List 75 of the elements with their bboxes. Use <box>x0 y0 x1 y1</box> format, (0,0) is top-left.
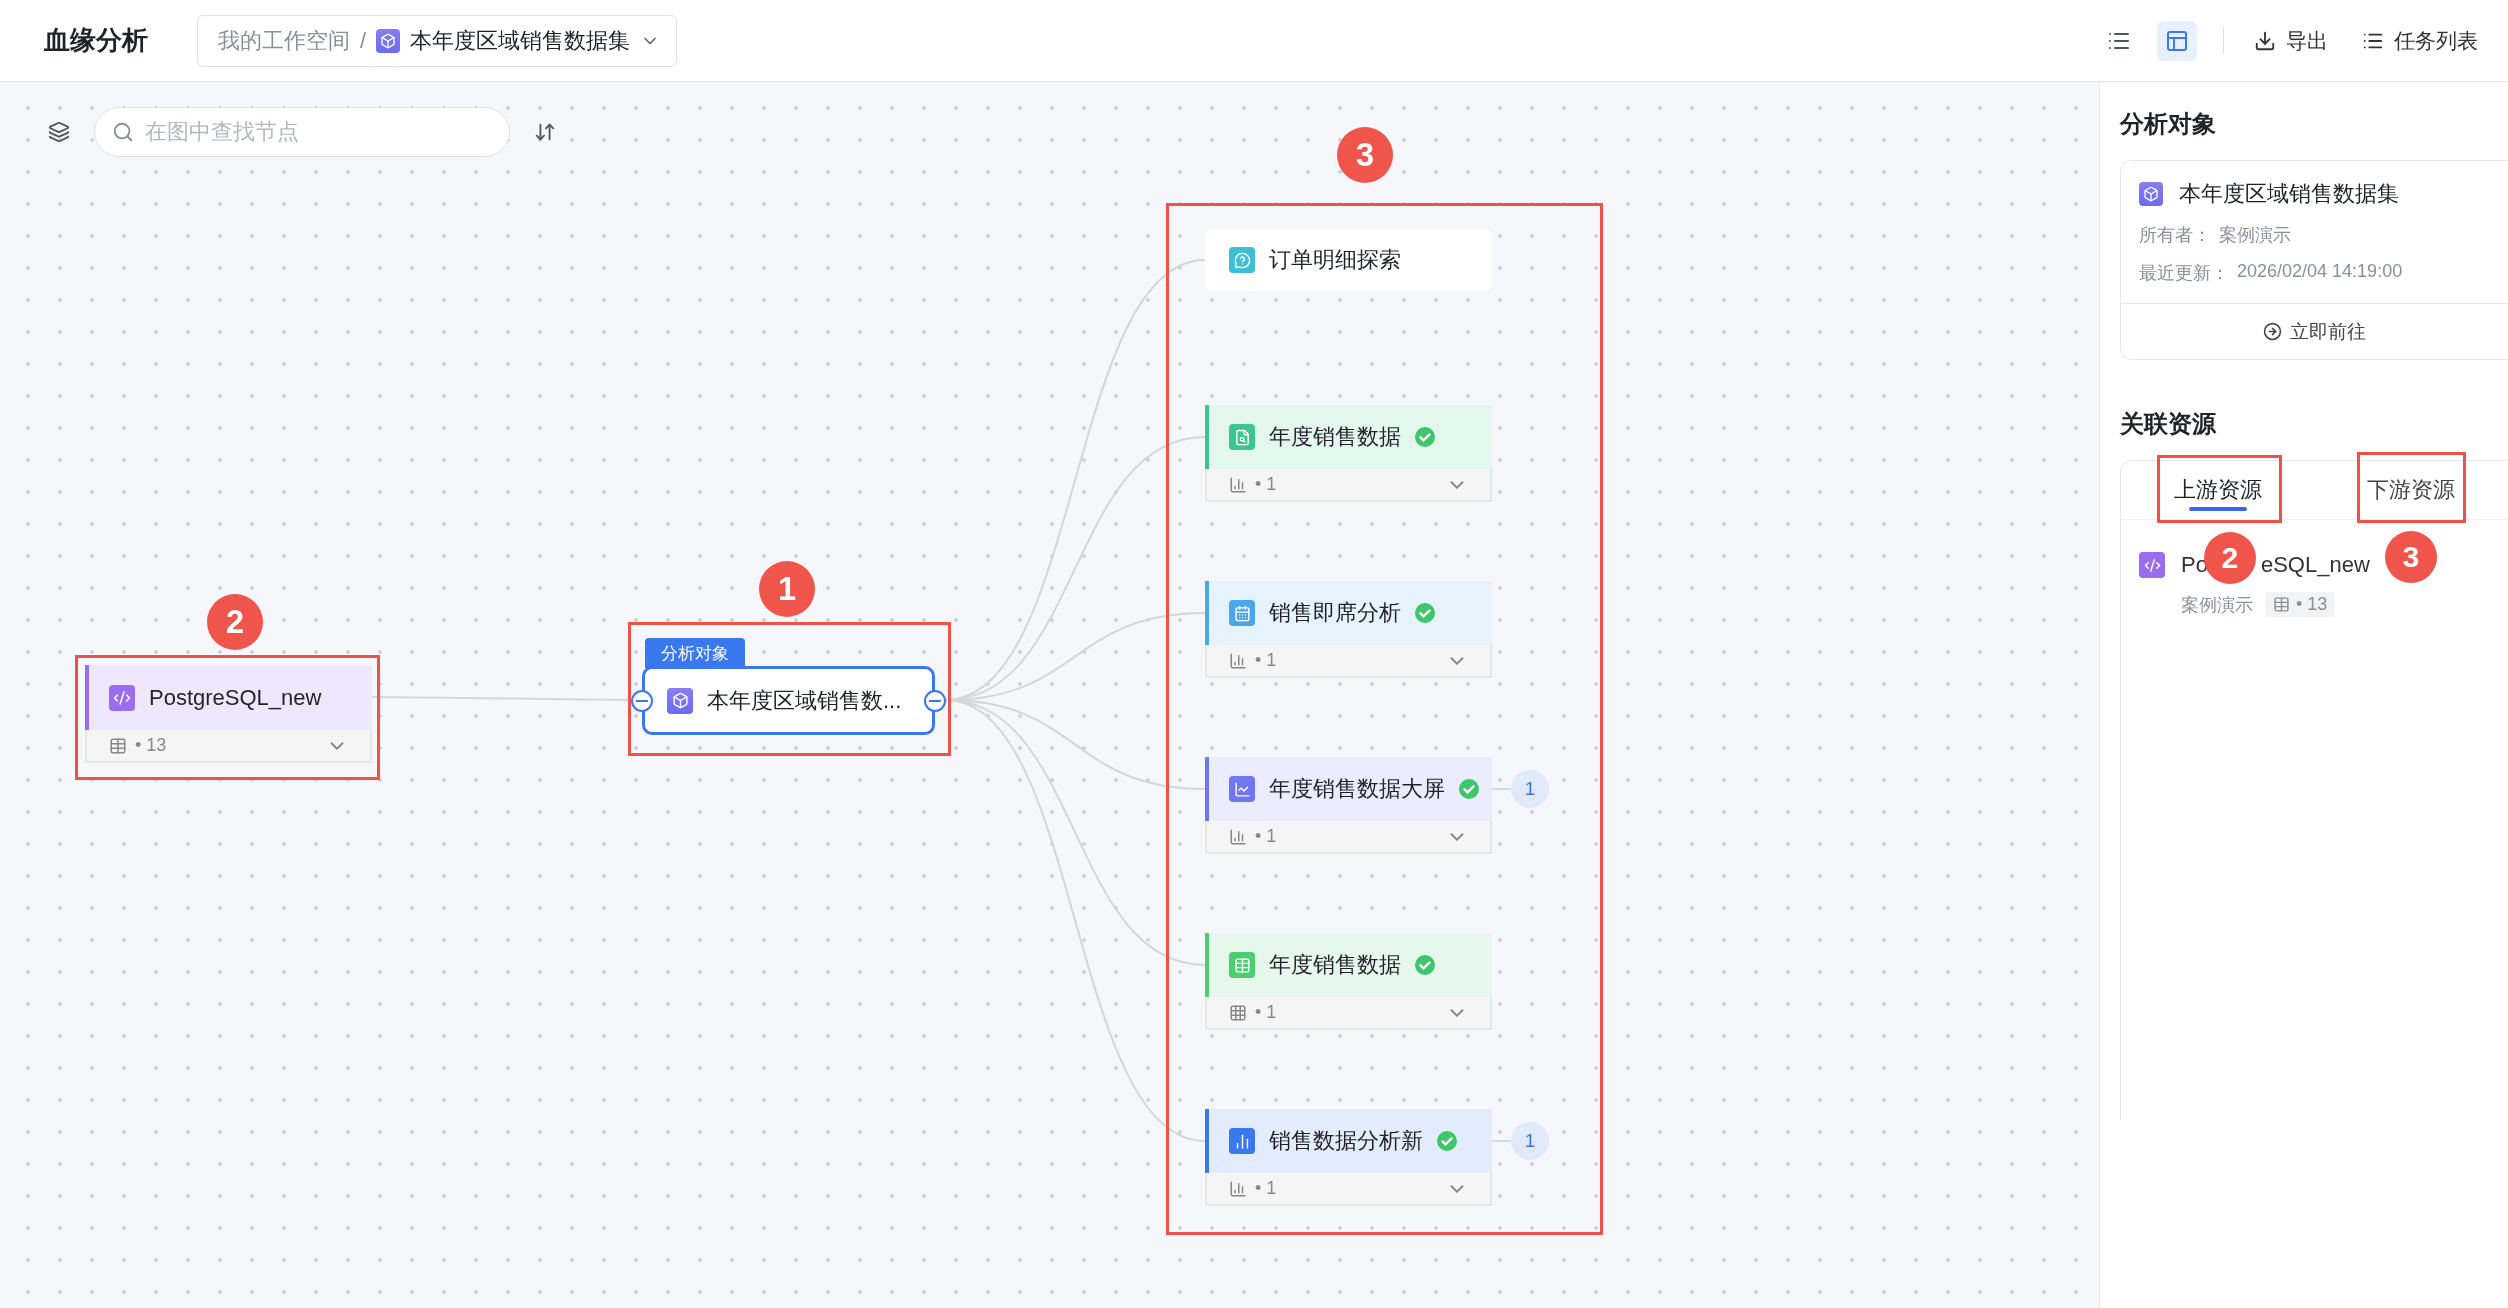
breadcrumb-current: 本年度区域销售数据集 <box>410 26 631 55</box>
arrow-right-icon <box>2263 322 2282 341</box>
cube-icon <box>667 687 693 714</box>
download-icon <box>2254 29 2276 52</box>
task-list-button[interactable]: 任务列表 <box>2362 26 2478 55</box>
analysis-node[interactable]: 本年度区域销售数... <box>642 666 935 735</box>
meta-value: 2026/02/04 14:19:00 <box>2237 261 2403 283</box>
page-title: 血缘分析 <box>44 24 149 57</box>
verified-icon <box>1415 427 1435 447</box>
verified-icon <box>1459 779 1479 799</box>
node-name: 本年度区域销售数... <box>707 686 902 715</box>
source-node[interactable]: PostgreSQL_new <box>85 665 372 730</box>
cube-icon <box>2139 182 2163 206</box>
table-icon <box>109 736 127 755</box>
field-count: • 1 <box>1255 474 1278 495</box>
field-count: • 1 <box>1255 1178 1278 1199</box>
resource-node[interactable]: 销售即席分析 <box>1205 581 1492 645</box>
verified-icon <box>1437 1131 1457 1151</box>
step-badge: 3 <box>2385 531 2437 583</box>
resource-node[interactable]: 年度销售数据 <box>1205 405 1492 469</box>
breadcrumb-selector[interactable]: 我的工作空间 / 本年度区域销售数据集 <box>197 14 678 67</box>
node-name: PostgreSQL_new <box>149 684 322 711</box>
node-name: 销售数据分析新 <box>1269 1127 1423 1155</box>
resource-node[interactable]: 年度销售数据 <box>1205 933 1492 997</box>
bar-chart-icon <box>1229 475 1247 494</box>
node-name: 年度销售数据大屏 <box>1269 775 1445 803</box>
field-count: • 1 <box>1255 1002 1278 1023</box>
table-icon <box>2273 596 2290 613</box>
field-count: • 1 <box>1255 826 1278 847</box>
connector-line <box>1491 1140 1512 1142</box>
meta-label: 最近更新： <box>2139 262 2229 285</box>
node-name: 年度销售数据 <box>1269 951 1401 979</box>
search-field[interactable]: 在图中查找节点 <box>94 107 510 157</box>
step-badge: 1 <box>759 561 815 617</box>
layers-icon[interactable] <box>48 121 70 143</box>
go-button[interactable]: 立即前往 <box>2121 303 2508 359</box>
connector-line <box>1491 788 1512 790</box>
verified-icon <box>1415 603 1435 623</box>
bar-chart-icon <box>1229 1179 1247 1198</box>
section-heading: 关联资源 <box>2120 409 2217 439</box>
node-name: 年度销售数据 <box>1269 423 1401 451</box>
node-tag: 分析对象 <box>645 638 745 668</box>
export-button[interactable]: 导出 <box>2254 26 2328 55</box>
layout-icon <box>2165 28 2189 53</box>
collapse-handle[interactable] <box>631 690 653 712</box>
object-name: 本年度区域销售数据集 <box>2179 180 2399 208</box>
tab[interactable]: 上游资源 <box>2121 461 2315 519</box>
bar-chart-icon <box>1229 827 1247 846</box>
grid-icon <box>1229 1003 1247 1022</box>
meta-label: 所有者： <box>2139 224 2211 247</box>
meta-value: 案例演示 <box>2219 224 2291 247</box>
bar-chart-icon <box>1229 651 1247 670</box>
node-name: 订单明细探索 <box>1269 246 1401 274</box>
resource-node[interactable]: 年度销售数据大屏 <box>1205 757 1492 821</box>
field-count: • 13 <box>135 735 168 756</box>
sort-icon[interactable] <box>534 121 556 143</box>
search-icon <box>112 121 134 143</box>
code-icon <box>2139 552 2165 578</box>
verified-icon <box>1415 955 1435 975</box>
field-count: • 13 <box>2265 592 2336 617</box>
resource-name[interactable]: eSQL_new <box>2260 552 2370 578</box>
section-heading: 分析对象 <box>2120 109 2217 139</box>
resource-node[interactable]: 销售数据分析新 <box>1205 1109 1492 1173</box>
field-count: • 1 <box>1255 650 1278 671</box>
panel-view-button[interactable] <box>2157 20 2197 61</box>
resource-node[interactable]: 订单明细探索 <box>1205 229 1492 291</box>
tab[interactable]: 下游资源 <box>2314 461 2508 519</box>
owner-name: 案例演示 <box>2181 593 2253 617</box>
step-badge: 3 <box>1337 127 1393 183</box>
cube-icon <box>376 28 401 53</box>
step-badge: 2 <box>207 594 263 650</box>
breadcrumb-separator: / <box>360 27 367 54</box>
code-icon <box>109 684 135 711</box>
node-name: 销售即席分析 <box>1269 599 1401 627</box>
collapse-handle[interactable] <box>924 690 946 712</box>
